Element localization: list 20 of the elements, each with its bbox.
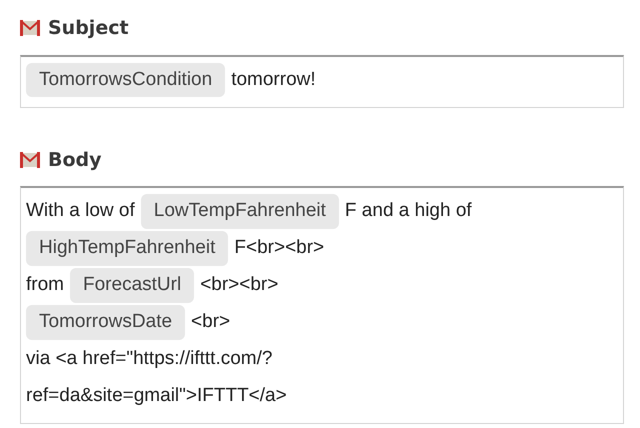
- subject-field[interactable]: TomorrowsCondition tomorrow!: [20, 54, 624, 108]
- gmail-icon: [20, 152, 40, 168]
- field-text: via <a href="https://ifttt.com/?: [26, 347, 272, 372]
- ingredient-tag[interactable]: ForecastUrl: [70, 268, 194, 303]
- body-field[interactable]: With a low of LowTempFahrenheit F and a high of HighTempFahrenheit F<br><br> from ForecastUrl <br><br> TomorrowsDate <br> via <a href="https://ifttt.com/? ref=da&site=gmail">IFTTT</a>: [20, 186, 624, 424]
- ingredient-tag[interactable]: LowTempFahrenheit: [140, 194, 339, 229]
- ingredient-tag[interactable]: TomorrowsDate: [26, 305, 186, 340]
- ingredient-tag[interactable]: TomorrowsCondition: [26, 62, 226, 98]
- ingredient-tag[interactable]: HighTempFahrenheit: [26, 231, 228, 266]
- field-text: F<br><br>: [234, 236, 324, 260]
- field-text: With a low of: [26, 199, 135, 224]
- field-text: from: [26, 273, 64, 298]
- field-text: tomorrow!: [231, 68, 316, 92]
- field-text: ref=da&site=gmail">IFTTT</a>: [26, 384, 287, 408]
- field-text: F and a high of: [344, 199, 472, 224]
- gmail-icon: [20, 20, 40, 36]
- field-label: Subject: [48, 16, 129, 41]
- field-text: <br>: [191, 310, 230, 334]
- field-label: Body: [48, 148, 102, 172]
- field-text: <br><br>: [200, 273, 278, 298]
